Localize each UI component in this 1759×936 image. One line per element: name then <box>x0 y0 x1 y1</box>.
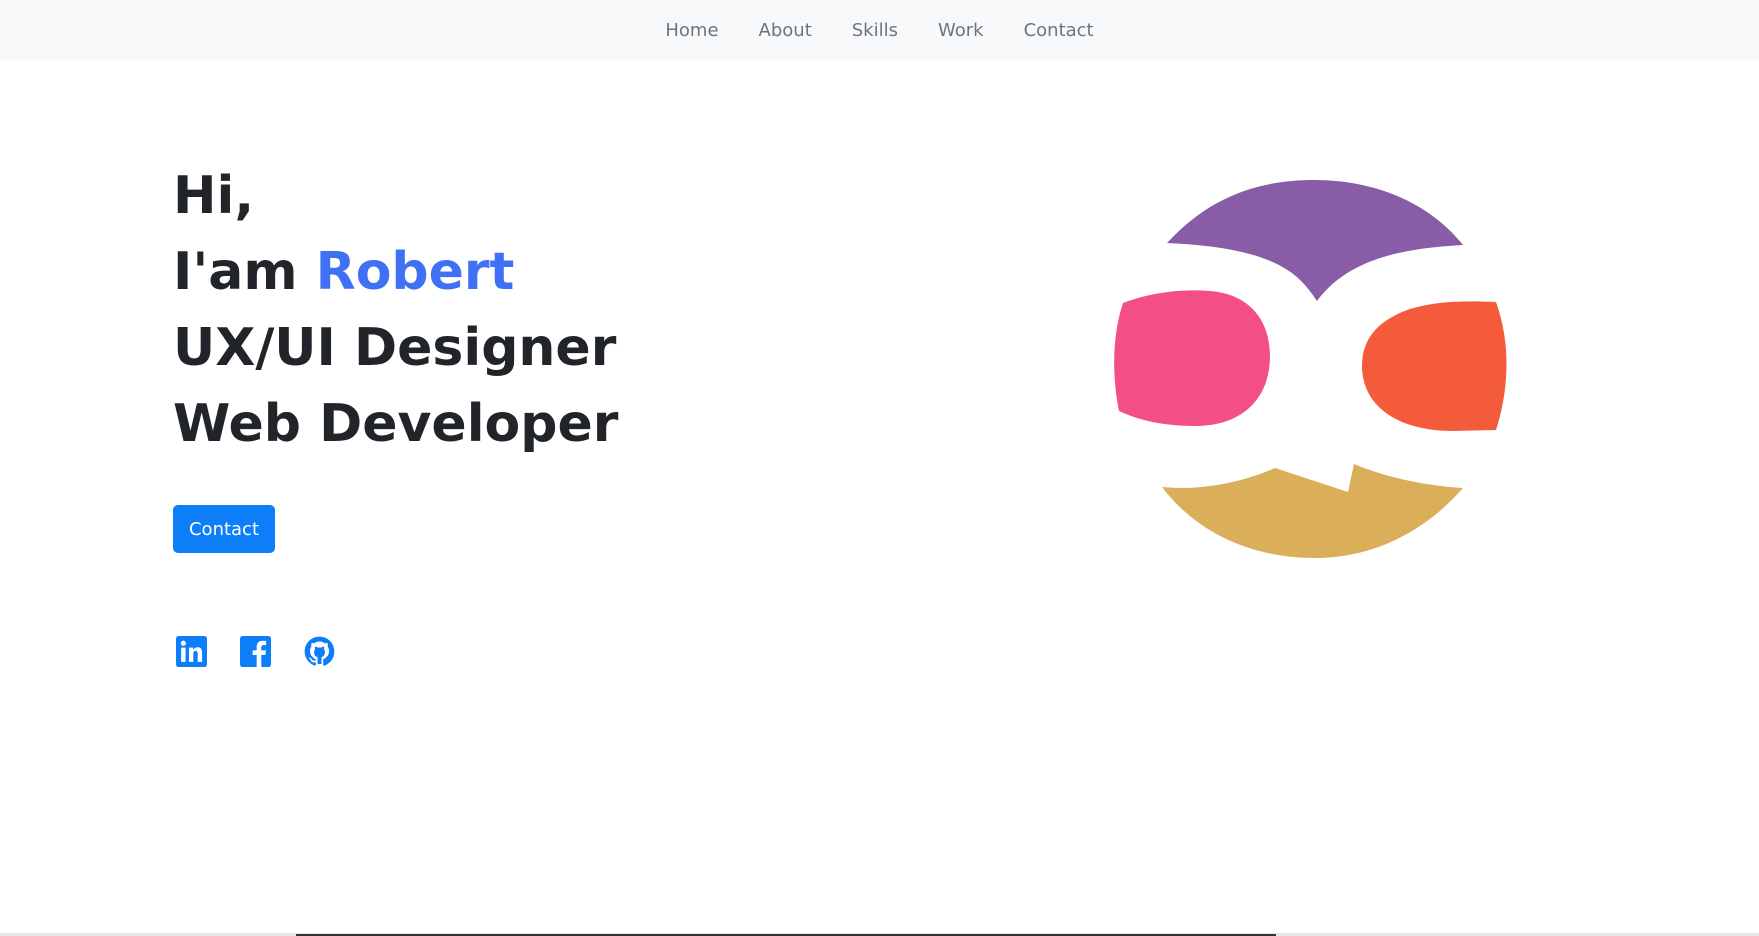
hero-heading: Hi, I'am Robert UX/UI Designer Web Devel… <box>173 158 618 462</box>
logo-orange-shape <box>1362 301 1507 431</box>
logo-pink-shape <box>1114 290 1270 426</box>
hero-greeting: Hi, <box>173 166 255 226</box>
github-icon <box>304 636 335 666</box>
top-navbar: Home About Skills Work Contact <box>0 0 1759 60</box>
hero-role-designer: UX/UI Designer <box>173 318 617 378</box>
nav-contact-link[interactable]: Contact <box>1024 20 1094 41</box>
github-link[interactable] <box>304 636 335 667</box>
logo-gold-shape <box>1162 464 1463 558</box>
facebook-link[interactable] <box>240 636 271 667</box>
nav-home-link[interactable]: Home <box>665 20 718 41</box>
hero-role-developer: Web Developer <box>173 394 619 454</box>
hero-intro-line: I'am Robert <box>173 234 618 310</box>
facebook-icon <box>240 636 271 667</box>
nav-skills-link[interactable]: Skills <box>852 20 898 41</box>
hero-name: Robert <box>315 242 515 302</box>
social-links <box>176 636 335 667</box>
logo-purple-shape <box>1167 180 1463 301</box>
nav-about-link[interactable]: About <box>759 20 812 41</box>
brand-logo <box>1114 180 1507 558</box>
linkedin-icon <box>176 636 207 667</box>
nav-work-link[interactable]: Work <box>938 20 984 41</box>
contact-button[interactable]: Contact <box>173 505 275 553</box>
linkedin-link[interactable] <box>176 636 207 667</box>
hero-intro-prefix: I'am <box>173 242 316 302</box>
